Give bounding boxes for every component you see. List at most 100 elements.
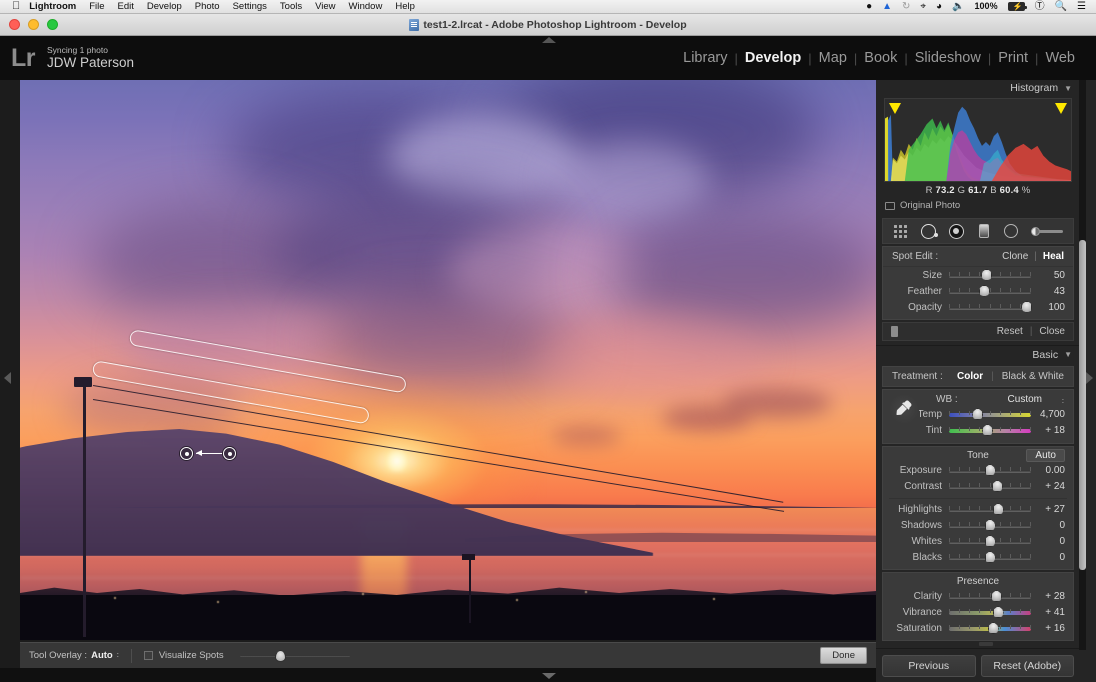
exposure-slider[interactable] — [949, 464, 1031, 477]
spot-size-knob[interactable] — [981, 268, 993, 281]
menu-window[interactable]: Window — [349, 1, 383, 12]
apple-icon[interactable]:  — [12, 1, 20, 12]
filmstrip-expand-arrow[interactable] — [542, 673, 556, 679]
right-panel-collapse-arrow[interactable] — [1086, 372, 1093, 384]
location-icon[interactable]: ● — [866, 1, 872, 12]
chevron-down-icon[interactable]: ▼ — [1064, 84, 1072, 93]
visualize-spots-knob[interactable] — [274, 649, 286, 662]
shadow-clipping-indicator[interactable] — [889, 103, 901, 114]
previous-button[interactable]: Previous — [882, 654, 976, 677]
module-print[interactable]: Print — [991, 50, 1035, 66]
module-web[interactable]: Web — [1038, 50, 1082, 66]
exposure-knob[interactable] — [984, 464, 996, 476]
tint-knob[interactable] — [982, 424, 994, 436]
done-button[interactable]: Done — [820, 647, 867, 664]
spot-feather-slider[interactable] — [949, 284, 1031, 298]
spot-edit-clone-button[interactable]: Clone — [1002, 251, 1028, 262]
wifi-icon[interactable]: ◕ — [936, 1, 942, 12]
adjustment-brush-tool[interactable] — [1028, 222, 1066, 240]
highlights-knob[interactable] — [992, 503, 1004, 515]
spot-feather-knob[interactable] — [978, 284, 990, 297]
spot-removal-tool[interactable] — [917, 222, 939, 240]
spot-opacity-slider[interactable] — [949, 300, 1033, 314]
menu-settings[interactable]: Settings — [233, 1, 267, 12]
module-book[interactable]: Book — [857, 50, 904, 66]
bluetooth-icon[interactable]: ⌖ — [920, 1, 926, 12]
wb-value[interactable]: Custom — [1008, 394, 1042, 405]
spot-edit-reset-button[interactable]: Reset — [997, 326, 1023, 337]
tool-overlay-value[interactable]: Auto — [91, 650, 113, 661]
spot-opacity-knob[interactable] — [1021, 300, 1033, 313]
tool-overlay-dropdown-icon[interactable]: ∶ — [117, 651, 119, 660]
highlight-clipping-indicator[interactable] — [1055, 103, 1067, 114]
search-icon[interactable]: 🔍 — [1055, 1, 1067, 12]
menu-help[interactable]: Help — [395, 1, 415, 12]
original-photo-toggle[interactable]: Original Photo — [876, 196, 1080, 216]
contrast-knob[interactable] — [991, 480, 1003, 492]
histogram-graph[interactable] — [884, 98, 1072, 182]
white-balance-selector-icon[interactable] — [889, 393, 919, 424]
crop-overlay-tool[interactable] — [890, 222, 912, 240]
menu-photo[interactable]: Photo — [195, 1, 220, 12]
menu-edit[interactable]: Edit — [118, 1, 134, 12]
volume-icon[interactable]: 🔈 — [952, 1, 964, 12]
chevron-down-icon[interactable]: ▼ — [1064, 350, 1072, 359]
treatment-black-white-button[interactable]: Black & White — [1002, 371, 1064, 382]
graduated-filter-tool[interactable] — [973, 222, 995, 240]
menu-lightroom[interactable]: Lightroom — [29, 1, 76, 12]
timemachine-icon[interactable]: ↻ — [902, 1, 910, 12]
menu-view[interactable]: View — [315, 1, 335, 12]
panel-resize-grip[interactable] — [979, 642, 993, 646]
spot-edit-heal-button[interactable]: Heal — [1043, 251, 1064, 262]
spot-edit-close-button[interactable]: Close — [1039, 326, 1065, 337]
whites-slider[interactable] — [949, 535, 1031, 548]
whites-knob[interactable] — [984, 535, 996, 547]
radial-filter-tool[interactable] — [1000, 222, 1022, 240]
dropbox-icon[interactable]: ▲ — [882, 1, 892, 12]
highlights-slider[interactable] — [949, 503, 1031, 516]
panel-switch-icon[interactable] — [891, 325, 898, 337]
scrollbar-thumb[interactable] — [1079, 240, 1086, 570]
menu-develop[interactable]: Develop — [147, 1, 182, 12]
histogram-panel-header[interactable]: Histogram ▼ — [876, 80, 1080, 96]
red-eye-correction-tool[interactable] — [945, 222, 967, 240]
menu-bar-status-area: ● ▲ ↻ ⌖ ◕ 🔈 100% ⚡ Ⓣ 🔍 ☰ — [866, 1, 1090, 12]
shadows-slider[interactable] — [949, 519, 1031, 532]
siri-icon[interactable]: Ⓣ — [1035, 1, 1045, 12]
visualize-spots-slider[interactable] — [239, 649, 350, 662]
shadows-knob[interactable] — [984, 519, 996, 531]
wb-dropdown-icon[interactable]: ∶ — [1062, 397, 1064, 406]
clarity-slider[interactable] — [949, 590, 1031, 603]
visualize-spots-checkbox[interactable] — [143, 651, 153, 660]
module-library[interactable]: Library — [676, 50, 734, 66]
blacks-knob[interactable] — [984, 551, 996, 563]
temp-knob[interactable] — [972, 408, 984, 420]
top-panel-collapse-arrow[interactable] — [542, 37, 556, 43]
contrast-slider[interactable] — [949, 480, 1031, 493]
tint-slider[interactable] — [949, 424, 1031, 437]
menu-file[interactable]: File — [89, 1, 104, 12]
basic-panel-header[interactable]: Basic ▼ — [876, 345, 1080, 364]
left-panel-expand-arrow[interactable] — [4, 372, 11, 384]
module-map[interactable]: Map — [812, 50, 854, 66]
identity-plate[interactable]: Syncing 1 photo JDW Paterson — [35, 45, 134, 71]
notification-center-icon[interactable]: ☰ — [1077, 1, 1086, 12]
vibrance-slider[interactable] — [949, 606, 1031, 619]
vibrance-knob[interactable] — [992, 606, 1004, 618]
filmstrip-collapsed[interactable] — [0, 668, 876, 682]
module-slideshow[interactable]: Slideshow — [908, 50, 988, 66]
auto-tone-button[interactable]: Auto — [1026, 448, 1065, 462]
menu-tools[interactable]: Tools — [280, 1, 302, 12]
photo-preview[interactable] — [20, 80, 876, 640]
saturation-knob[interactable] — [987, 622, 999, 634]
module-develop[interactable]: Develop — [738, 50, 808, 66]
blacks-slider[interactable] — [949, 551, 1031, 564]
reset-button[interactable]: Reset (Adobe) — [980, 654, 1074, 677]
temp-slider[interactable] — [949, 408, 1031, 421]
spot-size-slider[interactable] — [949, 268, 1031, 282]
clarity-knob[interactable] — [991, 590, 1003, 602]
right-panel-scrollbar[interactable] — [1079, 80, 1086, 650]
battery-icon[interactable]: ⚡ — [1007, 2, 1027, 11]
treatment-color-button[interactable]: Color — [957, 371, 983, 382]
saturation-slider[interactable] — [949, 622, 1031, 635]
